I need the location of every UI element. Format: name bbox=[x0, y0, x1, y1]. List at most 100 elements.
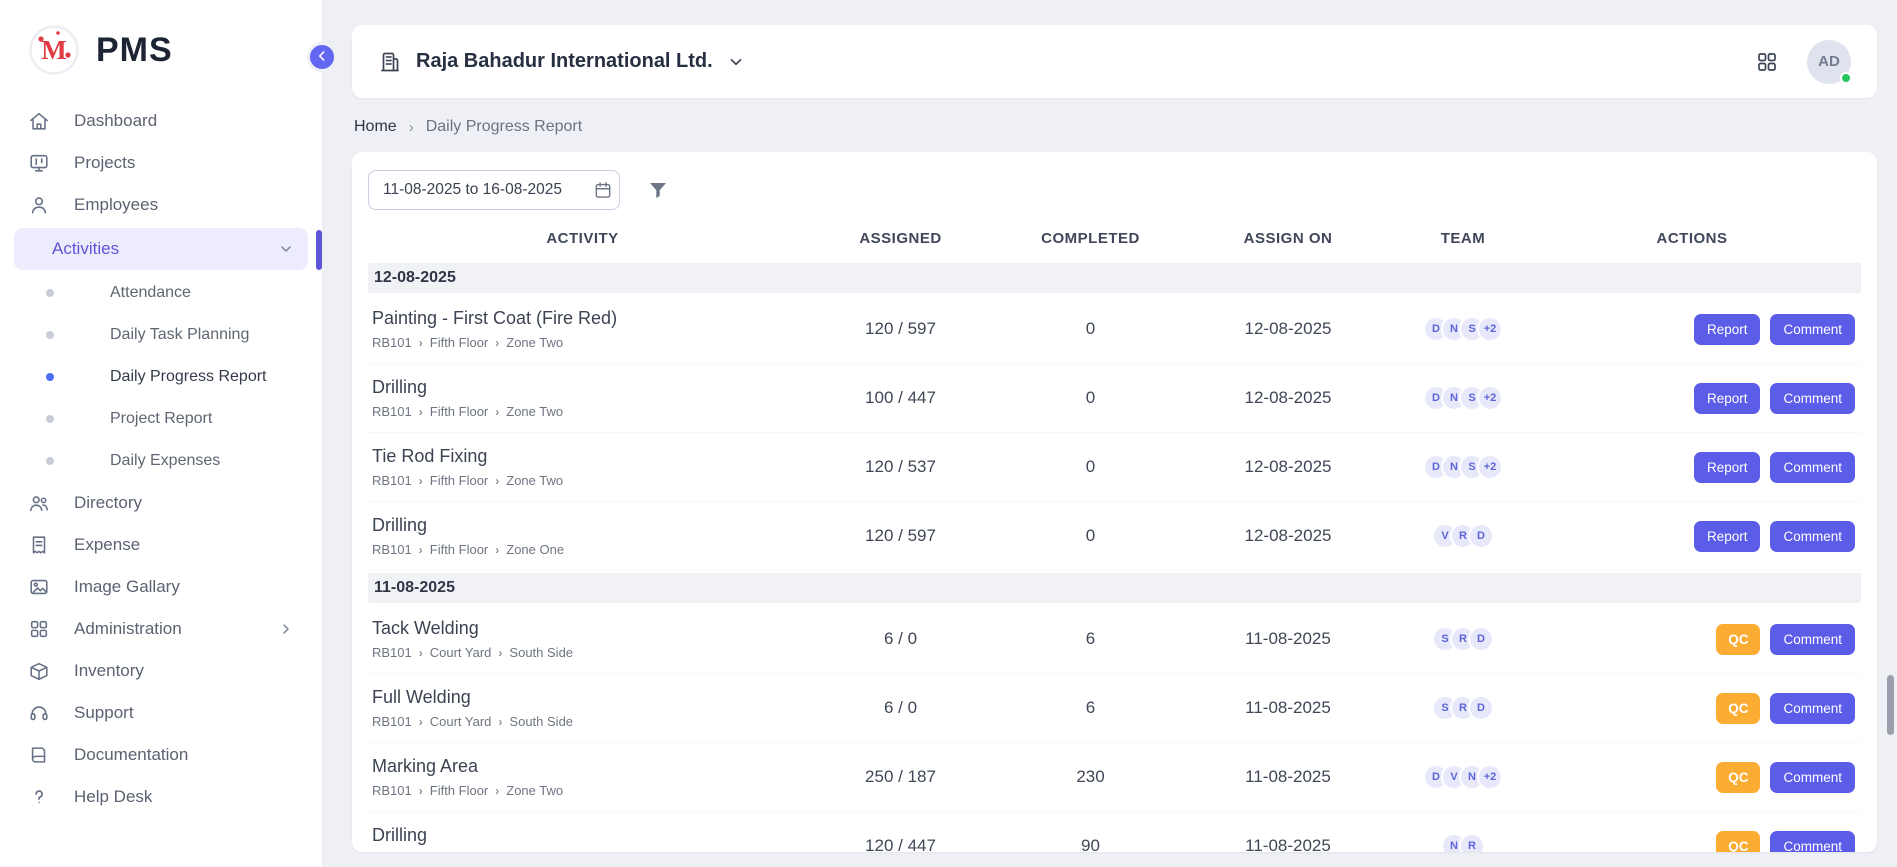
top-header: Raja Bahadur International Ltd. AD bbox=[352, 25, 1877, 98]
avatar[interactable]: AD bbox=[1807, 40, 1851, 84]
table-row: Drilling RB101 › Fifth Floor › Zone Two … bbox=[368, 364, 1861, 433]
assign-on-value: 11-08-2025 bbox=[1173, 629, 1403, 649]
sidebar-item-projects[interactable]: Projects bbox=[0, 142, 322, 184]
sidebar-subitem-daily-progress-report[interactable]: Daily Progress Report bbox=[0, 356, 322, 398]
comment-button[interactable]: Comment bbox=[1770, 383, 1855, 414]
chevron-right-icon: › bbox=[419, 543, 423, 557]
sidebar-item-documentation[interactable]: Documentation bbox=[0, 734, 322, 776]
report-button[interactable]: Report bbox=[1694, 452, 1761, 483]
date-group-header: 12-08-2025 bbox=[368, 263, 1861, 293]
bullet-icon bbox=[46, 331, 54, 339]
team-more-badge[interactable]: +2 bbox=[1477, 316, 1503, 342]
sidebar-item-label: Help Desk bbox=[74, 787, 152, 807]
sidebar-item-employees[interactable]: Employees bbox=[0, 184, 322, 226]
path-floor: Fifth Floor bbox=[430, 473, 489, 488]
activity-path: RB101 › Fifth Floor › Zone Two bbox=[372, 404, 793, 419]
assign-on-value: 11-08-2025 bbox=[1173, 698, 1403, 718]
sidebar-item-support[interactable]: Support bbox=[0, 692, 322, 734]
row-actions: Report Comment bbox=[1523, 383, 1861, 414]
comment-button[interactable]: Comment bbox=[1770, 521, 1855, 552]
team-member-badge[interactable]: R bbox=[1459, 833, 1485, 852]
path-zone: Zone Two bbox=[506, 473, 563, 488]
team-member-badge[interactable]: D bbox=[1468, 523, 1494, 549]
sidebar-item-label: Directory bbox=[74, 493, 142, 513]
comment-button[interactable]: Comment bbox=[1770, 693, 1855, 724]
activity-name[interactable]: Drilling bbox=[372, 377, 793, 398]
activity-name[interactable]: Drilling bbox=[372, 515, 793, 536]
comment-button[interactable]: Comment bbox=[1770, 314, 1855, 345]
activity-cell: Marking Area RB101 › Fifth Floor › Zone … bbox=[368, 756, 793, 798]
activity-path: RB101 › Fifth Floor › Zone Two bbox=[372, 783, 793, 798]
sidebar-item-activities[interactable]: Activities bbox=[14, 228, 308, 270]
path-project: RB101 bbox=[372, 404, 412, 419]
table-row: Marking Area RB101 › Fifth Floor › Zone … bbox=[368, 743, 1861, 812]
activity-name[interactable]: Tie Rod Fixing bbox=[372, 446, 793, 467]
apps-grid-icon[interactable] bbox=[1755, 50, 1779, 74]
team-avatars: N R bbox=[1403, 833, 1523, 852]
report-button[interactable]: Report bbox=[1694, 521, 1761, 552]
qc-button[interactable]: QC bbox=[1716, 762, 1760, 793]
comment-button[interactable]: Comment bbox=[1770, 762, 1855, 793]
sidebar-item-inventory[interactable]: Inventory bbox=[0, 650, 322, 692]
chevron-right-icon: › bbox=[419, 715, 423, 729]
sidebar-collapse-button[interactable] bbox=[307, 42, 337, 72]
team-member-badge[interactable]: D bbox=[1468, 626, 1494, 652]
filter-icon[interactable] bbox=[646, 178, 670, 202]
activity-name[interactable]: Drilling bbox=[372, 825, 793, 846]
bullet-icon bbox=[46, 415, 54, 423]
qc-button[interactable]: QC bbox=[1716, 831, 1760, 853]
team-avatars: S R D bbox=[1403, 695, 1523, 721]
completed-value: 0 bbox=[1008, 319, 1173, 339]
organization-selector[interactable]: Raja Bahadur International Ltd. bbox=[378, 50, 745, 74]
grid-icon bbox=[28, 618, 50, 640]
sidebar-item-activities-wrap: Activities bbox=[0, 228, 322, 270]
sidebar-item-administration[interactable]: Administration bbox=[0, 608, 322, 650]
activity-name[interactable]: Full Welding bbox=[372, 687, 793, 708]
sidebar-subitem-daily-task-planning[interactable]: Daily Task Planning bbox=[0, 314, 322, 356]
table-row: Drilling RB101 › Fifth Floor › Zone Two … bbox=[368, 812, 1861, 852]
activity-cell: Tie Rod Fixing RB101 › Fifth Floor › Zon… bbox=[368, 446, 793, 488]
sidebar-subitem-attendance[interactable]: Attendance bbox=[0, 272, 322, 314]
sidebar-item-image-gallery[interactable]: Image Gallary bbox=[0, 566, 322, 608]
breadcrumb-current: Daily Progress Report bbox=[426, 118, 583, 136]
sidebar-item-directory[interactable]: Directory bbox=[0, 482, 322, 524]
brand-logo: M PMS bbox=[0, 0, 322, 90]
sidebar-item-expense[interactable]: Expense bbox=[0, 524, 322, 566]
team-member-badge[interactable]: D bbox=[1468, 695, 1494, 721]
date-range-field[interactable] bbox=[368, 170, 620, 210]
qc-button[interactable]: QC bbox=[1716, 693, 1760, 724]
sidebar-item-help-desk[interactable]: Help Desk bbox=[0, 776, 322, 818]
sidebar-subitem-daily-expenses[interactable]: Daily Expenses bbox=[0, 440, 322, 482]
qc-button[interactable]: QC bbox=[1716, 624, 1760, 655]
activity-path: RB101 › Fifth Floor › Zone One bbox=[372, 542, 793, 557]
breadcrumb-home[interactable]: Home bbox=[354, 118, 397, 136]
path-project: RB101 bbox=[372, 645, 412, 660]
team-more-badge[interactable]: +2 bbox=[1477, 385, 1503, 411]
team-avatars: D V N +2 bbox=[1403, 764, 1523, 790]
comment-button[interactable]: Comment bbox=[1770, 624, 1855, 655]
sidebar: M PMS Dashboard Projects Employees bbox=[0, 0, 323, 867]
activity-name[interactable]: Marking Area bbox=[372, 756, 793, 777]
activity-path: RB101 › Court Yard › South Side bbox=[372, 645, 793, 660]
team-avatars: D N S +2 bbox=[1403, 316, 1523, 342]
team-avatars: D N S +2 bbox=[1403, 454, 1523, 480]
date-range-input[interactable] bbox=[381, 180, 585, 200]
team-more-badge[interactable]: +2 bbox=[1477, 454, 1503, 480]
report-button[interactable]: Report bbox=[1694, 383, 1761, 414]
report-button[interactable]: Report bbox=[1694, 314, 1761, 345]
home-icon bbox=[28, 110, 50, 132]
comment-button[interactable]: Comment bbox=[1770, 452, 1855, 483]
sidebar-item-dashboard[interactable]: Dashboard bbox=[0, 100, 322, 142]
sidebar-subitem-project-report[interactable]: Project Report bbox=[0, 398, 322, 440]
row-actions: QC Comment bbox=[1523, 624, 1861, 655]
team-more-badge[interactable]: +2 bbox=[1477, 764, 1503, 790]
activity-name[interactable]: Tack Welding bbox=[372, 618, 793, 639]
table-row: Drilling RB101 › Fifth Floor › Zone One … bbox=[368, 502, 1861, 571]
table-row: Painting - First Coat (Fire Red) RB101 ›… bbox=[368, 295, 1861, 364]
scrollbar-thumb[interactable] bbox=[1887, 675, 1894, 735]
chevron-right-icon: › bbox=[498, 646, 502, 660]
assigned-value: 120 / 597 bbox=[793, 319, 1008, 339]
comment-button[interactable]: Comment bbox=[1770, 831, 1855, 853]
main-area: Raja Bahadur International Ltd. AD Home … bbox=[323, 0, 1897, 867]
activity-name[interactable]: Painting - First Coat (Fire Red) bbox=[372, 308, 793, 329]
